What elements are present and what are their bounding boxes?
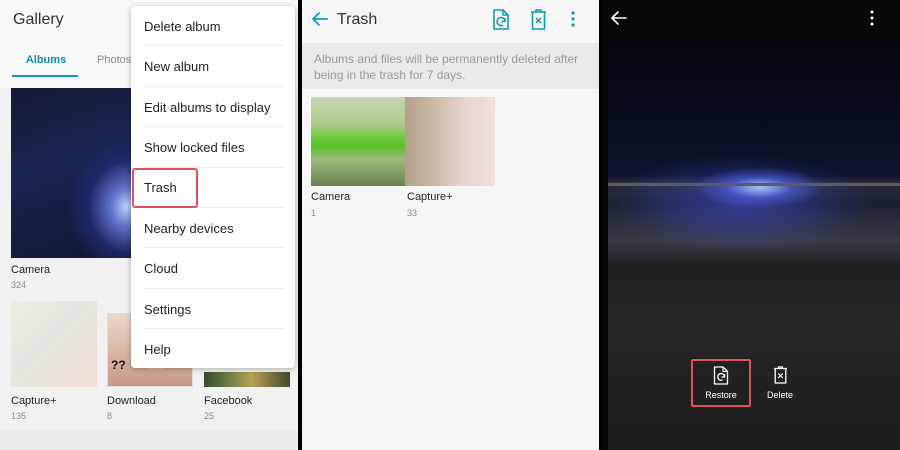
trash-album-name-camera: Camera [311, 191, 351, 203]
trash-album-thumbnail-camera[interactable] [311, 97, 405, 186]
restore-icon[interactable] [492, 9, 510, 31]
album-thumbnail-camera[interactable] [11, 88, 133, 258]
trash-notice-text: Albums and files will be permanently del… [314, 52, 579, 82]
menu-divider [143, 328, 283, 329]
active-tab-indicator [12, 75, 78, 77]
trash-album-name-capture: Capture+ [407, 191, 453, 203]
trash-header: Trash [302, 0, 599, 40]
page-title: Trash [337, 11, 378, 28]
album-count-facebook: 25 [204, 411, 215, 421]
menu-divider [143, 86, 283, 87]
menu-item-delete-album[interactable]: Delete album [144, 19, 221, 34]
menu-item-cloud[interactable]: Cloud [144, 261, 178, 276]
restore-highlight-box [691, 359, 751, 407]
menu-divider [143, 247, 283, 248]
tab-photos[interactable]: Photos [97, 54, 131, 66]
gallery-bottom-bar [0, 430, 298, 450]
album-name-capture: Capture+ [11, 395, 57, 407]
photo-viewer-screen: Restore Delete [603, 0, 900, 450]
thumbnail-mark: ?? [111, 358, 126, 372]
menu-item-help[interactable]: Help [144, 342, 171, 357]
trash-album-count-camera: 1 [311, 208, 317, 218]
album-name-camera: Camera [11, 264, 51, 276]
album-thumbnail-facebook[interactable] [204, 372, 290, 387]
menu-item-settings[interactable]: Settings [144, 302, 191, 317]
album-count-camera: 324 [11, 280, 27, 290]
back-arrow-icon[interactable] [311, 10, 329, 28]
trash-album-count-capture: 33 [407, 208, 418, 218]
trash-highlight-box [132, 168, 198, 208]
delete-label: Delete [766, 390, 793, 400]
gallery-screen: Gallery Albums Photos Camera 324 Capture… [0, 0, 298, 450]
menu-divider [143, 288, 283, 289]
menu-item-new-album[interactable]: New album [144, 59, 209, 74]
tab-albums[interactable]: Albums [14, 54, 78, 66]
delete-icon[interactable] [530, 9, 547, 30]
trash-notice-banner: Albums and files will be permanently del… [302, 43, 599, 89]
app-title: Gallery [13, 11, 64, 28]
night-harbor-photo[interactable] [608, 40, 900, 450]
delete-icon [774, 366, 787, 384]
trash-album-thumbnail-capture[interactable] [405, 97, 495, 186]
menu-item-nearby-devices[interactable]: Nearby devices [144, 221, 234, 236]
album-name-facebook: Facebook [204, 395, 253, 407]
menu-divider [143, 126, 283, 127]
pier-railing [608, 183, 900, 186]
album-name-download: Download [107, 395, 156, 407]
menu-item-show-locked-files[interactable]: Show locked files [144, 140, 244, 155]
album-count-download: 8 [107, 411, 113, 421]
more-icon[interactable] [869, 9, 875, 27]
menu-divider [143, 45, 283, 46]
menu-item-edit-albums[interactable]: Edit albums to display [144, 100, 270, 115]
album-count-capture: 135 [11, 411, 27, 421]
back-arrow-icon[interactable] [610, 9, 628, 27]
more-icon[interactable] [570, 10, 576, 28]
album-thumbnail-capture[interactable] [11, 301, 97, 387]
trash-screen: Trash Albums and files will be permanent… [302, 0, 599, 450]
